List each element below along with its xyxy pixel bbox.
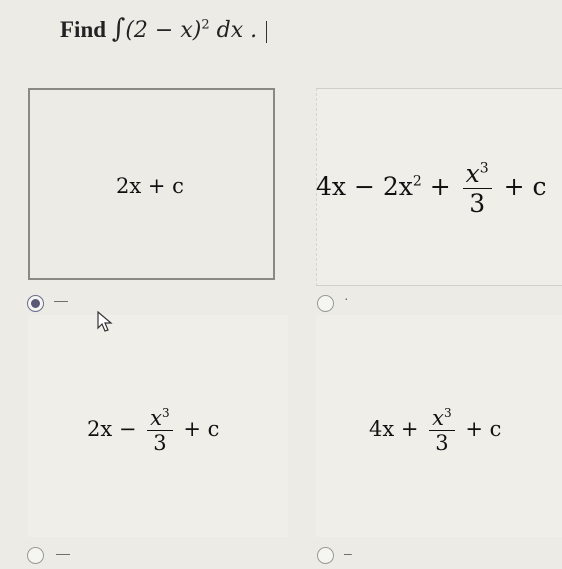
option-c-expression: 2x − x3 3 + c: [87, 406, 219, 455]
option-b-term1-power: 2: [412, 173, 422, 190]
option-b-term1: 4x − 2x: [316, 172, 413, 201]
radio-option-b[interactable]: [317, 295, 334, 312]
option-a-label: —: [54, 292, 68, 308]
mouse-pointer-icon: [97, 311, 113, 332]
question-expression: ∫(2 − x)2 dx .: [112, 14, 264, 44]
question-text: Find ∫(2 − x)2 dx .: [60, 14, 268, 44]
answer-option-d[interactable]: 4x + x3 3 + c: [316, 315, 562, 537]
option-d-expression: 4x + x3 3 + c: [369, 406, 501, 455]
option-c-denominator: 3: [153, 431, 167, 455]
option-d-tail: + c: [465, 417, 502, 441]
answer-option-c[interactable]: 2x − x3 3 + c: [28, 315, 288, 537]
integrand: (2 − x): [125, 18, 202, 43]
option-c-tail: + c: [183, 417, 220, 441]
option-b-label: ·: [344, 290, 349, 306]
answer-option-b[interactable]: 4x − 2x2 + x3 3 + c: [316, 88, 562, 286]
option-b-expression: 4x − 2x2 + x3 3 + c: [316, 159, 547, 218]
option-d-num-power: 3: [444, 406, 452, 420]
integral-sign: ∫: [111, 14, 126, 44]
option-d-fraction: x3 3: [429, 406, 455, 455]
option-c-term1: 2x −: [87, 417, 137, 441]
option-a-expression: 2x + c: [116, 174, 184, 198]
radio-option-d[interactable]: [317, 547, 334, 564]
radio-option-c[interactable]: [27, 547, 44, 564]
option-c-num-power: 3: [162, 406, 170, 420]
text-cursor: [266, 20, 268, 43]
option-b-numerator: x: [465, 159, 480, 188]
option-c-fraction: x3 3: [147, 406, 173, 455]
option-b-fraction: x3 3: [462, 159, 492, 218]
option-d-numerator: x: [432, 406, 445, 430]
integrand-power: 2: [201, 17, 210, 33]
option-b-denominator: 3: [469, 189, 486, 218]
option-d-term1: 4x +: [369, 417, 419, 441]
option-d-label: –: [344, 545, 352, 561]
option-b-plus: +: [429, 172, 451, 201]
option-b-tail: + c: [503, 172, 547, 201]
option-d-denominator: 3: [435, 431, 449, 455]
option-b-num-power: 3: [479, 160, 489, 177]
radio-option-a[interactable]: [27, 295, 44, 312]
question-prefix: Find: [60, 17, 107, 42]
option-c-numerator: x: [150, 406, 163, 430]
differential: dx .: [216, 18, 258, 43]
option-c-label: —: [56, 545, 70, 561]
answer-option-a[interactable]: 2x + c: [28, 88, 275, 280]
